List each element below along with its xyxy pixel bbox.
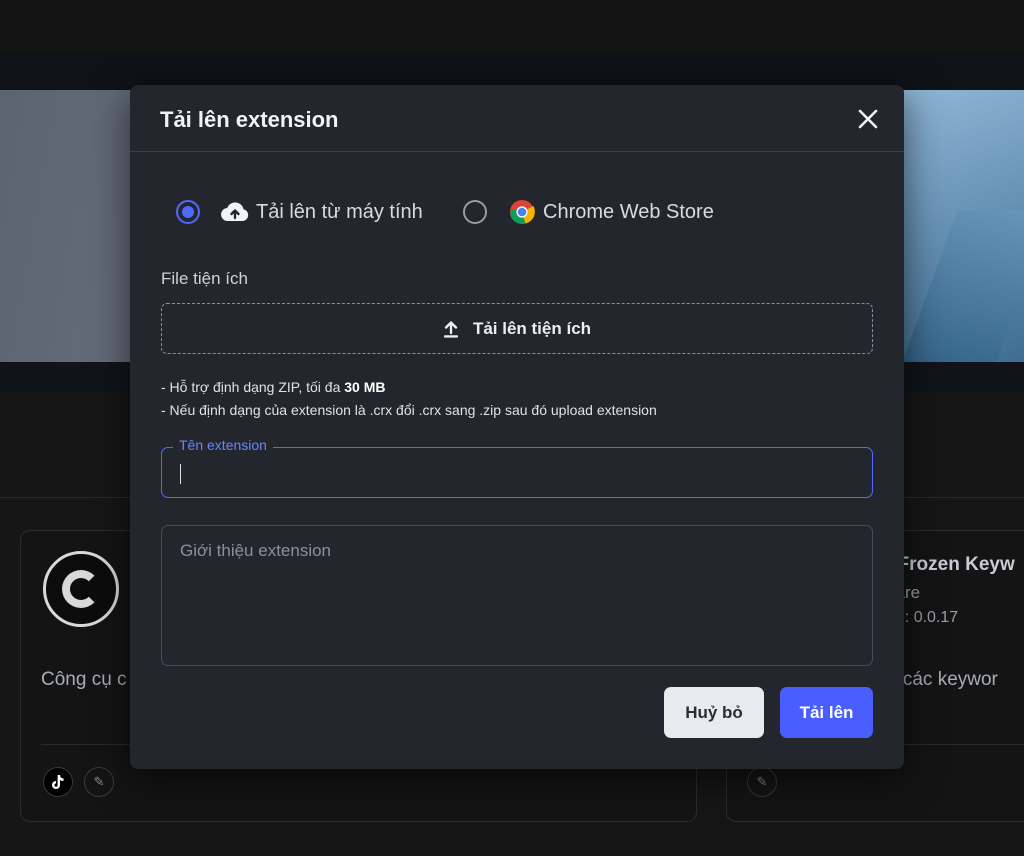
logo-mark [62, 570, 100, 608]
cloud-upload-icon [221, 202, 249, 222]
upload-button-label: Tải lên tiện ích [472, 318, 592, 338]
close-icon [858, 109, 878, 129]
radio-computer[interactable] [176, 200, 200, 224]
file-label: File tiện ích [161, 269, 248, 288]
cancel-button[interactable]: Huỷ bỏ [664, 687, 764, 738]
text-caret [180, 464, 181, 484]
source-option-chrome-store[interactable]: Chrome Web Store [463, 197, 714, 227]
note-line-2: - Nếu định dạng của extension là .crx đổ… [161, 402, 657, 418]
modal-header: Tải lên extension [130, 85, 904, 152]
upload-extension-modal: Tải lên extension Tải lên từ máy tính Ch… [130, 85, 904, 769]
description-placeholder: Giới thiệu extension [180, 541, 332, 560]
tiktok-icon[interactable] [43, 767, 73, 797]
extension-title: l Frozen Keyw [887, 554, 1015, 575]
radio-chrome-store[interactable] [463, 200, 487, 224]
close-button[interactable] [856, 107, 880, 131]
modal-title: Tải lên extension [160, 107, 339, 132]
upload-extension-button[interactable]: Tải lên tiện ích [161, 303, 873, 354]
note-line-1: - Hỗ trợ định dạng ZIP, tối đa 30 MB [161, 379, 385, 395]
submit-upload-button[interactable]: Tải lên [780, 687, 873, 738]
extension-logo [43, 551, 119, 627]
option-label: Tải lên từ máy tính [256, 200, 423, 223]
extension-description: Công cụ c [41, 669, 127, 690]
note-line-1-text: - Hỗ trợ định dạng ZIP, tối đa [161, 379, 345, 395]
max-size: 30 MB [344, 379, 386, 395]
extension-name-label: Tên extension [173, 437, 273, 453]
option-label: Chrome Web Store [543, 200, 714, 223]
extension-name-input[interactable] [161, 447, 873, 498]
tiktok-icon-glyph [52, 775, 64, 789]
top-bar [0, 0, 1024, 52]
edit-icon[interactable]: ✎ [747, 767, 777, 797]
upload-icon [443, 320, 458, 338]
chrome-icon [510, 200, 535, 225]
source-option-computer[interactable]: Tải lên từ máy tính [176, 197, 423, 227]
extension-description-input[interactable]: Giới thiệu extension [161, 525, 873, 666]
edit-icon[interactable]: ✎ [84, 767, 114, 797]
